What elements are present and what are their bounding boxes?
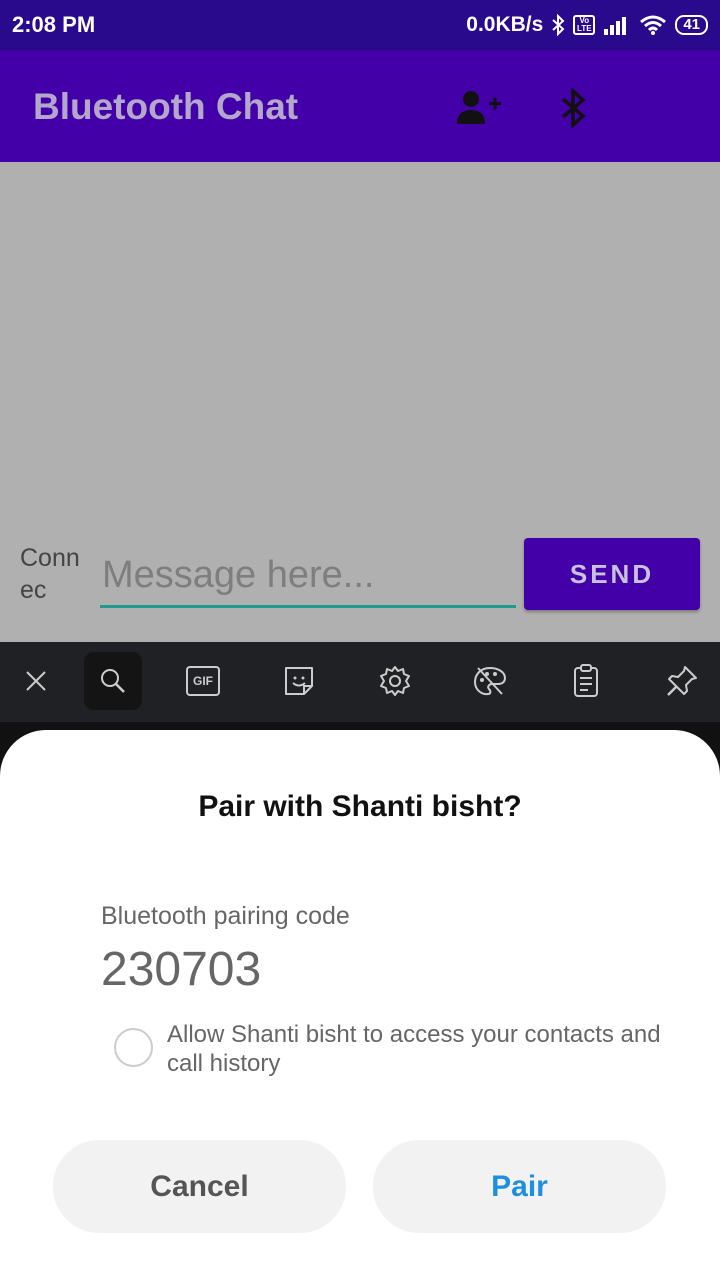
keyboard-toolbar: GIF: [0, 642, 720, 722]
sticker-icon[interactable]: [270, 652, 328, 710]
allow-contacts-radio[interactable]: [114, 1028, 153, 1067]
status-bar: 2:08 PM 0.0KB/s Vo LTE 41: [0, 0, 720, 50]
signal-icon: [603, 15, 631, 35]
connection-status: Connec: [20, 544, 80, 604]
volte-icon: Vo LTE: [573, 15, 596, 35]
add-person-icon[interactable]: [456, 84, 504, 132]
status-time: 2:08 PM: [12, 12, 96, 37]
battery-icon: 41: [675, 15, 708, 35]
status-icons: 0.0KB/s Vo LTE 41: [466, 13, 708, 37]
dialog-title: Pair with Shanti bisht?: [198, 790, 522, 823]
bluetooth-icon[interactable]: [550, 84, 598, 132]
clipboard-icon[interactable]: [557, 652, 615, 710]
settings-icon[interactable]: [366, 652, 424, 710]
bluetooth-status-icon: [551, 14, 565, 36]
app-bar: Bluetooth Chat: [0, 50, 720, 162]
message-input[interactable]: [100, 546, 516, 608]
pair-button[interactable]: Pair: [373, 1140, 666, 1233]
pairing-code-label: Bluetooth pairing code: [101, 902, 350, 930]
app-title: Bluetooth Chat: [33, 86, 299, 127]
pairing-dialog: Pair with Shanti bisht? Bluetooth pairin…: [0, 730, 720, 1280]
gif-icon[interactable]: GIF: [174, 652, 232, 710]
search-icon[interactable]: [84, 652, 142, 710]
net-speed: 0.0KB/s: [466, 13, 544, 36]
chat-area: Connec SEND: [0, 162, 720, 642]
gif-label: GIF: [186, 666, 220, 696]
close-icon[interactable]: [7, 652, 65, 710]
theme-icon[interactable]: [461, 652, 519, 710]
allow-contacts-label[interactable]: Allow Shanti bisht to access your contac…: [167, 1020, 667, 1078]
send-button[interactable]: SEND: [524, 538, 700, 610]
pin-icon[interactable]: [653, 652, 711, 710]
pairing-code: 230703: [101, 943, 262, 996]
wifi-icon: [639, 14, 667, 36]
cancel-button[interactable]: Cancel: [53, 1140, 346, 1233]
